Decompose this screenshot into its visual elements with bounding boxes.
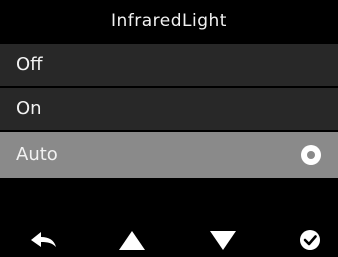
menu-item-on[interactable]: On xyxy=(0,88,338,130)
menu-title: InfraredLight xyxy=(111,11,227,31)
confirm-button[interactable] xyxy=(290,226,330,254)
menu-item-off[interactable]: Off xyxy=(0,44,338,86)
back-arrow-icon xyxy=(31,232,56,247)
up-button[interactable] xyxy=(112,226,152,254)
menu-item-label: Auto xyxy=(16,144,58,165)
osd-screen: InfraredLight Off On Auto xyxy=(0,0,338,257)
checkmark-circle-icon xyxy=(300,230,320,250)
menu-item-auto[interactable]: Auto xyxy=(0,132,338,178)
down-triangle-icon xyxy=(210,231,236,250)
menu-item-label: On xyxy=(16,98,42,119)
down-button[interactable] xyxy=(203,226,243,254)
menu-item-label: Off xyxy=(16,54,43,75)
back-button[interactable] xyxy=(24,226,64,254)
up-triangle-icon xyxy=(119,231,145,250)
radio-selected-icon xyxy=(301,145,321,165)
